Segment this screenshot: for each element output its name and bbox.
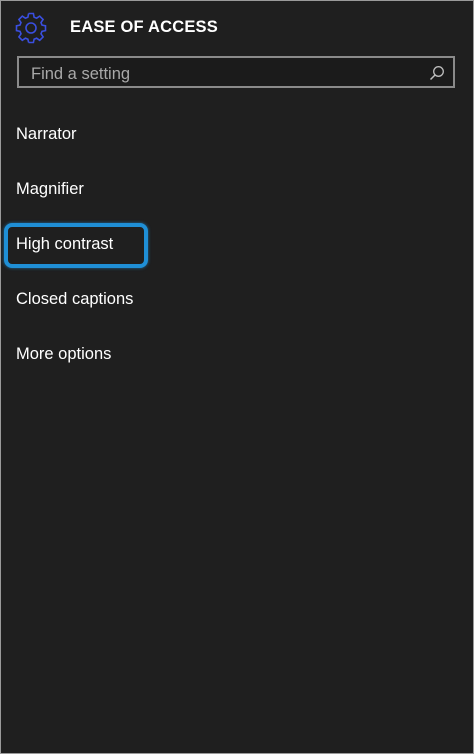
search-input[interactable]: Find a setting [17,56,455,88]
menu-item-more-options[interactable]: More options [16,345,111,364]
search-placeholder: Find a setting [31,65,131,83]
menu-item-closed-captions[interactable]: Closed captions [16,290,133,309]
menu-item-magnifier[interactable]: Magnifier [16,180,84,199]
gear-icon [15,12,47,44]
page-title: EASE OF ACCESS [70,18,218,36]
settings-window: EASE OF ACCESS Find a setting Narrator M… [0,0,474,754]
search-icon[interactable] [429,65,445,81]
page-header: EASE OF ACCESS [1,1,473,53]
menu-item-high-contrast[interactable]: High contrast [16,235,113,254]
menu-item-narrator[interactable]: Narrator [16,125,77,144]
